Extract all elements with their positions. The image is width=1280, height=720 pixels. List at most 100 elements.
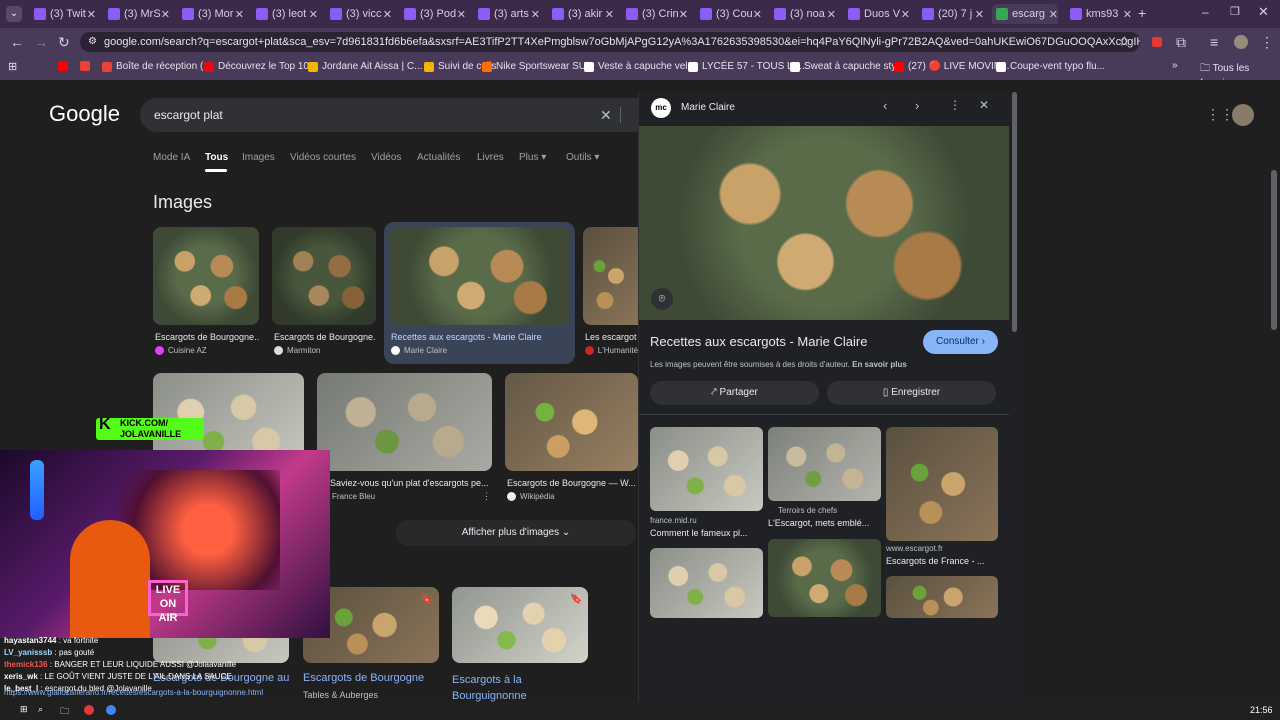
site-info-icon[interactable]: ⚙: [88, 32, 97, 52]
tab-mode-ia[interactable]: Mode IA: [153, 152, 190, 163]
tab-tools[interactable]: Outils ▾: [566, 152, 599, 163]
browser-tab[interactable]: (3) leot ✕: [252, 4, 318, 24]
preview-image[interactable]: [639, 126, 1009, 320]
learn-more-link[interactable]: En savoir plus: [852, 360, 907, 369]
page-scrollbar[interactable]: [1271, 170, 1277, 330]
previous-image-icon[interactable]: ‹: [883, 98, 887, 113]
taskbar-search-icon[interactable]: ⌕: [38, 704, 43, 715]
chrome-icon[interactable]: [106, 705, 116, 715]
new-tab-icon[interactable]: +: [1138, 5, 1146, 21]
reload-icon[interactable]: ↻: [58, 34, 70, 51]
save-button[interactable]: ▯ Enregistrer: [827, 381, 996, 405]
close-tab-icon[interactable]: ✕: [827, 8, 836, 21]
extension-icon[interactable]: [1152, 37, 1162, 47]
image-caption-3[interactable]: Recettes aux escargots - Marie Claire: [391, 332, 569, 342]
tab-books[interactable]: Livres: [477, 152, 504, 163]
account-avatar[interactable]: [1232, 104, 1254, 126]
browser-tab[interactable]: (3) Pod ✕: [400, 4, 466, 24]
tab-all[interactable]: Tous: [205, 152, 228, 163]
next-image-icon[interactable]: ›: [915, 98, 919, 113]
close-tab-icon[interactable]: ✕: [531, 8, 540, 21]
tab-images[interactable]: Images: [242, 152, 275, 163]
related-image-2[interactable]: [768, 427, 881, 501]
close-tab-icon[interactable]: ✕: [679, 8, 688, 21]
close-window-icon[interactable]: ✕: [1258, 4, 1269, 20]
close-panel-icon[interactable]: ✕: [979, 98, 989, 112]
more-bookmarks-icon[interactable]: »: [1172, 60, 1178, 71]
bookmark-item[interactable]: [58, 61, 72, 71]
browser-tab[interactable]: (3) Twit ✕: [30, 4, 96, 24]
save-bookmark-icon[interactable]: 🔖: [420, 594, 432, 605]
browser-tab[interactable]: (3) arts ✕: [474, 4, 540, 24]
explorer-icon[interactable]: 🗀: [60, 704, 69, 720]
related-image-5[interactable]: [768, 539, 881, 617]
related-image-3[interactable]: [886, 427, 998, 541]
bookmark-item[interactable]: Veste à capuche vel...: [584, 61, 696, 72]
recipe-result-image-3[interactable]: [452, 587, 588, 663]
related-caption-1[interactable]: Comment le fameux pl...: [650, 528, 748, 538]
close-tab-icon[interactable]: ✕: [1049, 8, 1058, 21]
close-tab-icon[interactable]: ✕: [309, 8, 318, 21]
image-result-1[interactable]: [153, 227, 259, 325]
browser-tab[interactable]: (3) Crin ✕: [622, 4, 688, 24]
related-caption-3[interactable]: Escargots de France - ...: [886, 556, 985, 566]
browser-tab[interactable]: (20) 7 j ✕: [918, 4, 984, 24]
share-button[interactable]: ⤤ Partager: [650, 381, 819, 405]
browser-tab[interactable]: (3) noa ✕: [770, 4, 836, 24]
close-tab-icon[interactable]: ✕: [605, 8, 614, 21]
close-tab-icon[interactable]: ✕: [383, 8, 392, 21]
bookmark-item[interactable]: Découvrez le Top 10...: [204, 61, 317, 72]
minimize-icon[interactable]: –: [1202, 5, 1209, 19]
close-tab-icon[interactable]: ✕: [161, 8, 170, 21]
recipe-result-title-3[interactable]: Escargots à la Bourguignonne: [452, 672, 588, 704]
google-logo[interactable]: Google: [49, 101, 120, 127]
bookmark-item[interactable]: Boîte de réception (...: [102, 61, 212, 72]
panel-scrollbar[interactable]: [1012, 92, 1017, 332]
apps-grid-icon[interactable]: ⊞: [8, 60, 17, 73]
close-tab-icon[interactable]: ✕: [901, 8, 910, 21]
maximize-icon[interactable]: ❐: [1230, 5, 1240, 18]
browser-tab[interactable]: (3) akir ✕: [548, 4, 614, 24]
google-apps-icon[interactable]: ⋮⋮: [1206, 106, 1234, 123]
bookmark-item[interactable]: (27) 🔴 LIVE MOVIN...: [894, 61, 1009, 72]
search-input[interactable]: escargot plat ✕ 🎙 ◎ ⌕: [140, 98, 714, 132]
related-image-1[interactable]: [650, 427, 763, 511]
tab-search-icon[interactable]: ⌄: [6, 6, 22, 22]
image-result-7[interactable]: [505, 373, 638, 471]
tab-short-videos[interactable]: Vidéos courtes: [290, 152, 356, 163]
profile-avatar[interactable]: [1234, 35, 1248, 49]
browser-tab[interactable]: escarg ✕: [992, 4, 1058, 24]
panel-menu-icon[interactable]: ⋮: [949, 98, 961, 112]
panel-source-name[interactable]: Marie Claire: [681, 102, 735, 113]
result-menu-icon[interactable]: ⋮: [482, 491, 491, 502]
related-caption-2[interactable]: L'Escargot, mets emblé...: [768, 518, 869, 528]
image-result-3[interactable]: [390, 227, 570, 325]
clock[interactable]: 21:56: [1250, 705, 1273, 715]
image-result-4[interactable]: [583, 227, 638, 325]
lens-icon[interactable]: ⌾: [651, 288, 673, 310]
image-caption-1[interactable]: Escargots de Bourgogne...: [155, 332, 259, 342]
browser-tab[interactable]: (3) Cou ✕: [696, 4, 762, 24]
tab-videos[interactable]: Vidéos: [371, 152, 401, 163]
image-caption-4[interactable]: Les escargot: [585, 332, 638, 342]
bookmark-item[interactable]: Jordane Ait Aissa | C...: [308, 61, 422, 72]
opera-icon[interactable]: [84, 705, 94, 715]
image-result-6[interactable]: [317, 373, 492, 471]
bookmark-item[interactable]: Nike Sportswear SU...: [482, 61, 594, 72]
browser-tab[interactable]: (3) vicc ✕: [326, 4, 392, 24]
bookmark-item[interactable]: Sweat à capuche sty...: [790, 61, 904, 72]
media-control-icon[interactable]: ≡: [1210, 34, 1218, 50]
forward-icon[interactable]: →: [34, 34, 48, 50]
close-tab-icon[interactable]: ✕: [87, 8, 96, 21]
tab-more[interactable]: Plus ▾: [519, 152, 546, 163]
image-caption-7[interactable]: Escargots de Bourgogne — W...: [507, 478, 638, 488]
close-tab-icon[interactable]: ✕: [753, 8, 762, 21]
bookmark-item[interactable]: [80, 61, 94, 71]
close-tab-icon[interactable]: ✕: [1123, 8, 1132, 21]
close-tab-icon[interactable]: ✕: [975, 8, 984, 21]
browser-tab[interactable]: kms93 ✕: [1066, 4, 1132, 24]
browser-tab[interactable]: Duos V ✕: [844, 4, 910, 24]
related-image-4[interactable]: [650, 548, 763, 618]
browser-tab[interactable]: (3) Mor ✕: [178, 4, 244, 24]
close-tab-icon[interactable]: ✕: [235, 8, 244, 21]
